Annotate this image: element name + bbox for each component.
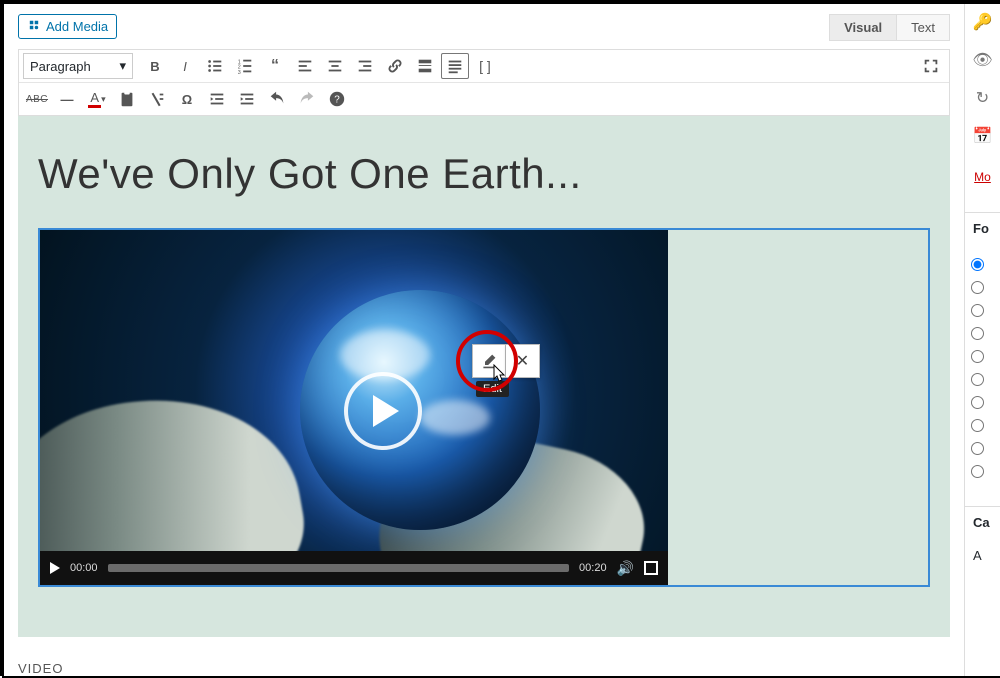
toolbar: Paragraph ▾ B I 123 “ [ ] ABC — A▾ Ω	[18, 49, 950, 116]
outdent-button[interactable]	[203, 86, 231, 112]
indent-button[interactable]	[233, 86, 261, 112]
add-media-label: Add Media	[46, 19, 108, 34]
tab-text[interactable]: Text	[897, 14, 950, 41]
blockquote-button[interactable]: “	[261, 53, 289, 79]
topbar: Add Media Visual Text	[4, 4, 964, 41]
format-radio-8[interactable]	[971, 419, 984, 432]
schedule-icon[interactable]: 📅	[973, 126, 993, 146]
paste-text-button[interactable]	[113, 86, 141, 112]
bold-button[interactable]: B	[141, 53, 169, 79]
svg-text:3: 3	[238, 70, 241, 75]
format-radio-6[interactable]	[971, 373, 984, 386]
play-overlay-button[interactable]	[344, 372, 422, 450]
redo-button[interactable]	[293, 86, 321, 112]
format-radio-7[interactable]	[971, 396, 984, 409]
numbered-list-button[interactable]: 123	[231, 53, 259, 79]
toolbar-row-1: Paragraph ▾ B I 123 “ [ ]	[19, 50, 949, 83]
special-char-button[interactable]: Ω	[173, 86, 201, 112]
format-radio-4[interactable]	[971, 327, 984, 340]
format-radio-5[interactable]	[971, 350, 984, 363]
remove-media-button[interactable]: ✕	[506, 344, 540, 378]
post-title[interactable]: We've Only Got One Earth...	[38, 150, 930, 198]
edit-media-button[interactable]	[472, 344, 506, 378]
toolbar-toggle-button[interactable]	[441, 53, 469, 79]
editor-tabs: Visual Text	[829, 14, 950, 41]
shortcode-button[interactable]: [ ]	[471, 53, 499, 79]
volume-button[interactable]: 🔊	[617, 560, 634, 577]
video-progress-bar[interactable]	[108, 564, 570, 572]
selection-toolbar: ✕	[472, 344, 540, 378]
read-more-button[interactable]	[411, 53, 439, 79]
chevron-down-icon: ▾	[119, 58, 126, 74]
block-type-label: VIDEO	[18, 661, 950, 676]
edit-tooltip: Edit	[476, 381, 509, 397]
format-dropdown-label: Paragraph	[30, 59, 91, 74]
format-radio-2[interactable]	[971, 281, 984, 294]
add-media-button[interactable]: Add Media	[18, 14, 117, 39]
bullet-list-button[interactable]	[201, 53, 229, 79]
tab-visual[interactable]: Visual	[829, 14, 897, 41]
revisions-icon[interactable]: ↻	[973, 88, 993, 108]
format-dropdown[interactable]: Paragraph ▾	[23, 53, 133, 79]
media-icon	[27, 18, 41, 35]
help-button[interactable]: ?	[323, 86, 351, 112]
format-radio-group	[965, 258, 1000, 478]
align-center-button[interactable]	[321, 53, 349, 79]
align-left-button[interactable]	[291, 53, 319, 79]
more-link[interactable]: Mo	[974, 170, 991, 184]
format-radio-10[interactable]	[971, 465, 984, 478]
categories-metabox-heading: Ca	[965, 506, 1000, 530]
video-block-selected[interactable]: 00:00 00:20 🔊	[38, 228, 930, 587]
text-color-button[interactable]: A▾	[83, 86, 111, 112]
sidebar-column: 🔑 👁 ↻ 📅 Mo Fo Ca A	[965, 4, 1000, 676]
video-duration: 00:20	[579, 562, 607, 574]
pencil-icon	[481, 353, 497, 369]
video-current-time: 00:00	[70, 562, 98, 574]
video-controls: 00:00 00:20 🔊	[40, 551, 668, 585]
format-radio-9[interactable]	[971, 442, 984, 455]
clear-formatting-button[interactable]	[143, 86, 171, 112]
italic-button[interactable]: I	[171, 53, 199, 79]
toolbar-row-2: ABC — A▾ Ω ?	[19, 83, 949, 115]
undo-button[interactable]	[263, 86, 291, 112]
align-right-button[interactable]	[351, 53, 379, 79]
strikethrough-button[interactable]: ABC	[23, 86, 51, 112]
play-icon	[373, 395, 399, 427]
link-button[interactable]	[381, 53, 409, 79]
key-icon[interactable]: 🔑	[973, 12, 993, 32]
format-metabox-heading: Fo	[965, 212, 1000, 236]
categories-initial: A	[965, 548, 1000, 563]
video-fullscreen-button[interactable]	[644, 561, 658, 575]
fullscreen-button[interactable]	[917, 53, 945, 79]
format-radio-3[interactable]	[971, 304, 984, 317]
play-button[interactable]	[50, 562, 60, 574]
format-radio-standard[interactable]	[971, 258, 984, 271]
editor-canvas[interactable]: We've Only Got One Earth... 00:00 00:20 …	[18, 116, 950, 637]
video-preview: 00:00 00:20 🔊	[40, 230, 668, 585]
editor-column: Add Media Visual Text Paragraph ▾ B I 12…	[4, 4, 965, 676]
close-icon: ✕	[516, 351, 529, 371]
horizontal-rule-button[interactable]: —	[53, 86, 81, 112]
svg-text:?: ?	[334, 95, 340, 106]
visibility-icon[interactable]: 👁	[973, 50, 993, 70]
